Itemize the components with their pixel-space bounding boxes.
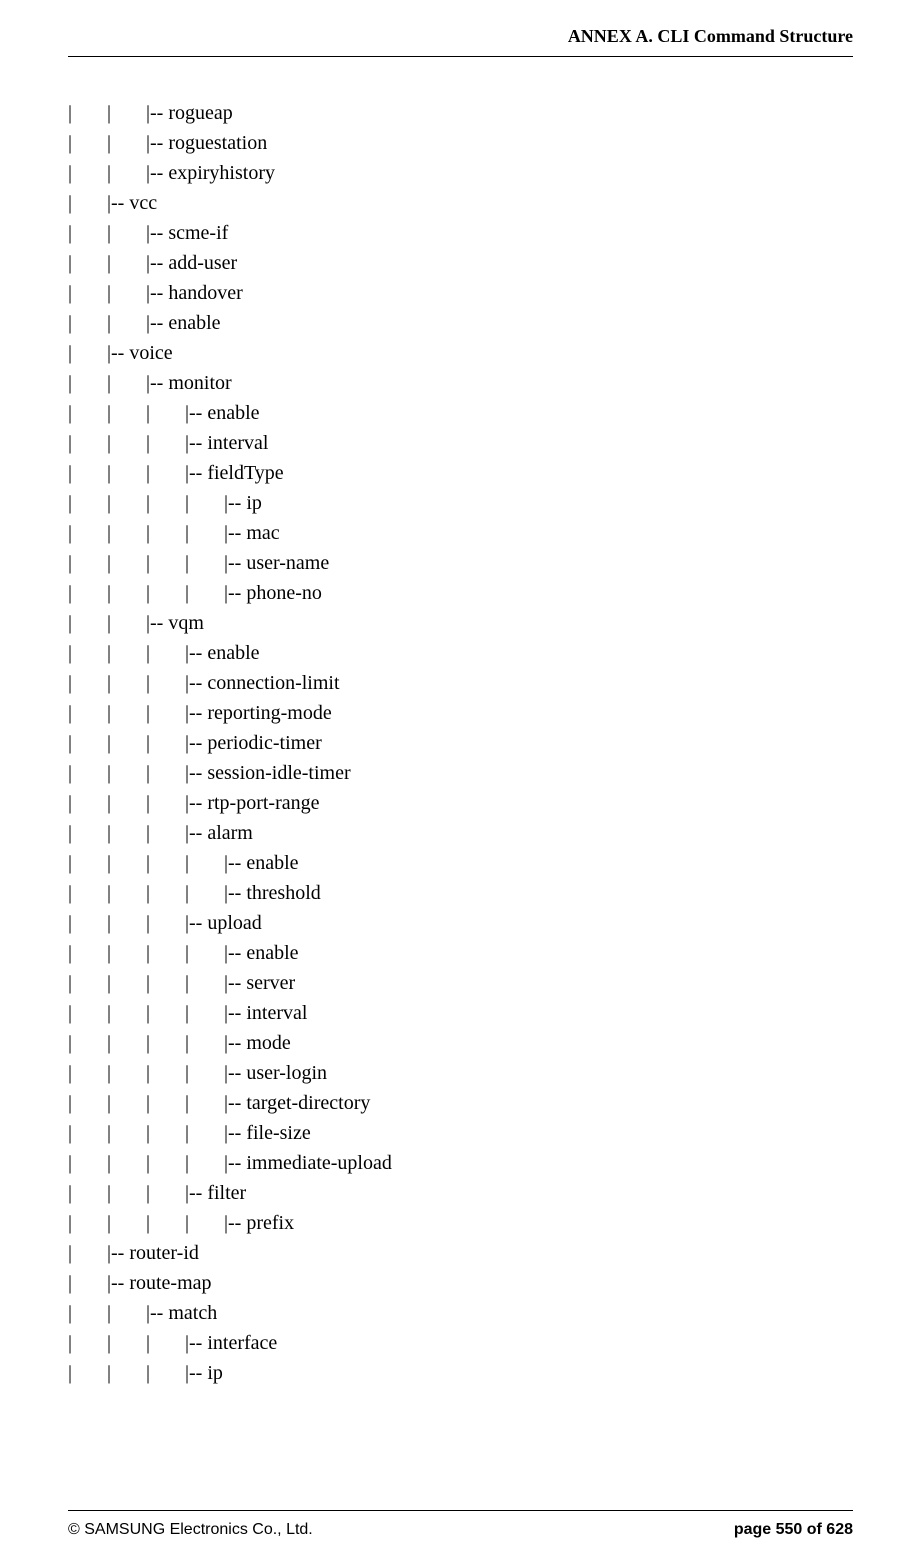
tree-line: | | |-- handover	[68, 278, 392, 308]
tree-line: | | | | |-- target-directory	[68, 1088, 392, 1118]
tree-line: | | | |-- upload	[68, 908, 392, 938]
tree-line: | |-- router-id	[68, 1238, 392, 1268]
footer-divider	[68, 1510, 853, 1511]
tree-line: | | | | |-- mac	[68, 518, 392, 548]
tree-line: | | | |-- interface	[68, 1328, 392, 1358]
tree-line: | | | | |-- interval	[68, 998, 392, 1028]
tree-line: | | | | |-- ip	[68, 488, 392, 518]
tree-line: | | | | |-- enable	[68, 938, 392, 968]
tree-line: | | | | |-- file-size	[68, 1118, 392, 1148]
tree-line: | | | |-- ip	[68, 1358, 392, 1388]
tree-line: | | | |-- connection-limit	[68, 668, 392, 698]
tree-line: | | |-- rogueap	[68, 98, 392, 128]
tree-line: | | | |-- enable	[68, 638, 392, 668]
tree-line: | | |-- monitor	[68, 368, 392, 398]
tree-line: | | | |-- session-idle-timer	[68, 758, 392, 788]
tree-line: | | | | |-- immediate-upload	[68, 1148, 392, 1178]
tree-line: | | | |-- reporting-mode	[68, 698, 392, 728]
tree-line: | | | |-- interval	[68, 428, 392, 458]
tree-line: | | | | |-- phone-no	[68, 578, 392, 608]
tree-line: | |-- voice	[68, 338, 392, 368]
tree-line: | |-- vcc	[68, 188, 392, 218]
tree-line: | | | | |-- mode	[68, 1028, 392, 1058]
tree-line: | | | | |-- enable	[68, 848, 392, 878]
page-header-title: ANNEX A. CLI Command Structure	[568, 26, 853, 47]
tree-line: | | | | |-- server	[68, 968, 392, 998]
tree-line: | | |-- roguestation	[68, 128, 392, 158]
header-divider	[68, 56, 853, 57]
tree-line: | | |-- scme-if	[68, 218, 392, 248]
tree-line: | |-- route-map	[68, 1268, 392, 1298]
tree-line: | | | | |-- prefix	[68, 1208, 392, 1238]
cli-tree-content: | | |-- rogueap| | |-- roguestation| | |…	[68, 98, 392, 1388]
tree-line: | | |-- enable	[68, 308, 392, 338]
tree-line: | | | |-- rtp-port-range	[68, 788, 392, 818]
tree-line: | | |-- vqm	[68, 608, 392, 638]
tree-line: | | |-- match	[68, 1298, 392, 1328]
tree-line: | | | | |-- user-login	[68, 1058, 392, 1088]
tree-line: | | | |-- fieldType	[68, 458, 392, 488]
tree-line: | | | |-- filter	[68, 1178, 392, 1208]
footer-page-number: page 550 of 628	[734, 1521, 853, 1539]
footer-copyright: © SAMSUNG Electronics Co., Ltd.	[68, 1521, 313, 1539]
tree-line: | | | | |-- threshold	[68, 878, 392, 908]
tree-line: | | |-- add-user	[68, 248, 392, 278]
tree-line: | | |-- expiryhistory	[68, 158, 392, 188]
tree-line: | | | | |-- user-name	[68, 548, 392, 578]
tree-line: | | | |-- enable	[68, 398, 392, 428]
tree-line: | | | |-- periodic-timer	[68, 728, 392, 758]
tree-line: | | | |-- alarm	[68, 818, 392, 848]
